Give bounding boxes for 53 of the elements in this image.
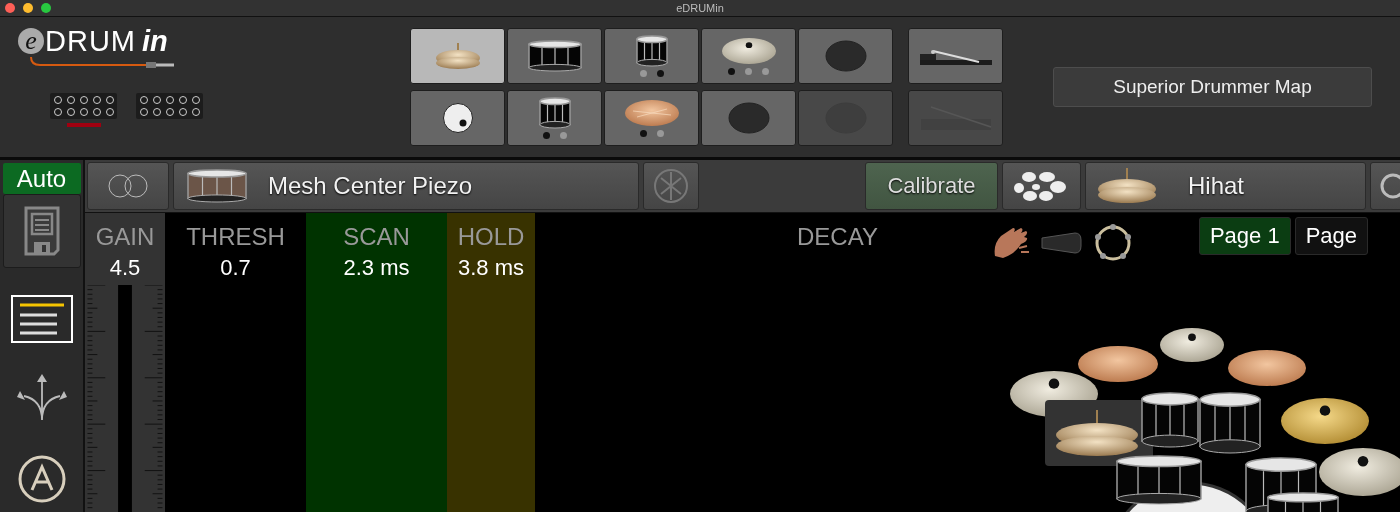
sidebar-tool-button[interactable]	[10, 295, 73, 343]
parameter-label: GAIN	[95, 223, 155, 251]
pads-layout-button[interactable]	[1002, 162, 1081, 210]
drum-pad-icon	[824, 40, 867, 72]
split-arrows-icon	[15, 374, 68, 422]
input-connector[interactable]	[50, 93, 117, 119]
page-tab[interactable]: Page	[1294, 217, 1369, 255]
parameter-value: 3.8 ms	[458, 255, 524, 281]
parameter-value: 2.3 ms	[343, 255, 410, 281]
tambourine-icon[interactable]	[1092, 223, 1133, 263]
letter-a-circle-icon	[17, 455, 66, 503]
parameter-column[interactable]: HOLD 3.8 ms	[447, 213, 535, 512]
tom-drum-icon	[537, 97, 572, 129]
hihat-icon	[433, 42, 482, 70]
input-connector[interactable]	[136, 93, 203, 119]
pad-button[interactable]	[410, 90, 505, 146]
window-title: eDRUMin	[676, 2, 724, 14]
pad-button[interactable]	[604, 28, 699, 84]
pad-selector[interactable]: Mesh Center Piezo	[173, 162, 639, 210]
snare-drum-icon	[186, 168, 248, 204]
pad-button[interactable]	[507, 28, 602, 84]
bass-drum-icon	[441, 102, 474, 134]
parameter-value: 0.7	[220, 255, 251, 281]
map-button[interactable]: Superior Drummer Map	[1053, 67, 1372, 107]
link-button[interactable]	[87, 162, 169, 210]
auto-toggle[interactable]: Auto	[2, 163, 81, 194]
app-logo: e DRUM in	[18, 25, 395, 57]
pedal-button[interactable]	[908, 28, 1003, 84]
parameter-label: HOLD	[457, 223, 525, 251]
minimize-button[interactable]	[23, 3, 33, 13]
logo-button[interactable]	[643, 162, 699, 210]
instrument-selector[interactable]: Hihat	[1085, 162, 1366, 210]
pad-button[interactable]	[507, 90, 602, 146]
tom-drum-icon	[634, 35, 669, 67]
parameter-label: THRESH	[186, 223, 285, 251]
cymbal-icon	[719, 37, 778, 65]
parameter-label: SCAN	[343, 223, 410, 251]
parameter-column[interactable]: SCAN 2.3 ms	[306, 213, 447, 512]
pad-button[interactable]	[701, 28, 796, 84]
calibrate-button[interactable]: Calibrate	[865, 162, 998, 210]
close-button[interactable]	[5, 3, 15, 13]
pad-button[interactable]	[410, 28, 505, 84]
parameter-column[interactable]: GAIN 4.5	[85, 213, 165, 512]
save-button[interactable]	[2, 194, 81, 268]
snare-drum-icon	[526, 39, 583, 73]
cymbal-icon	[622, 99, 681, 127]
hihat-icon	[1096, 167, 1158, 205]
parameter-value: 4.5	[109, 255, 141, 281]
drum-pad-icon	[727, 102, 770, 134]
parameter-label: DECAY	[797, 223, 878, 251]
pad-button[interactable]	[604, 90, 699, 146]
page-tab[interactable]: Page 1	[1198, 217, 1291, 255]
zoom-button[interactable]	[41, 3, 51, 13]
